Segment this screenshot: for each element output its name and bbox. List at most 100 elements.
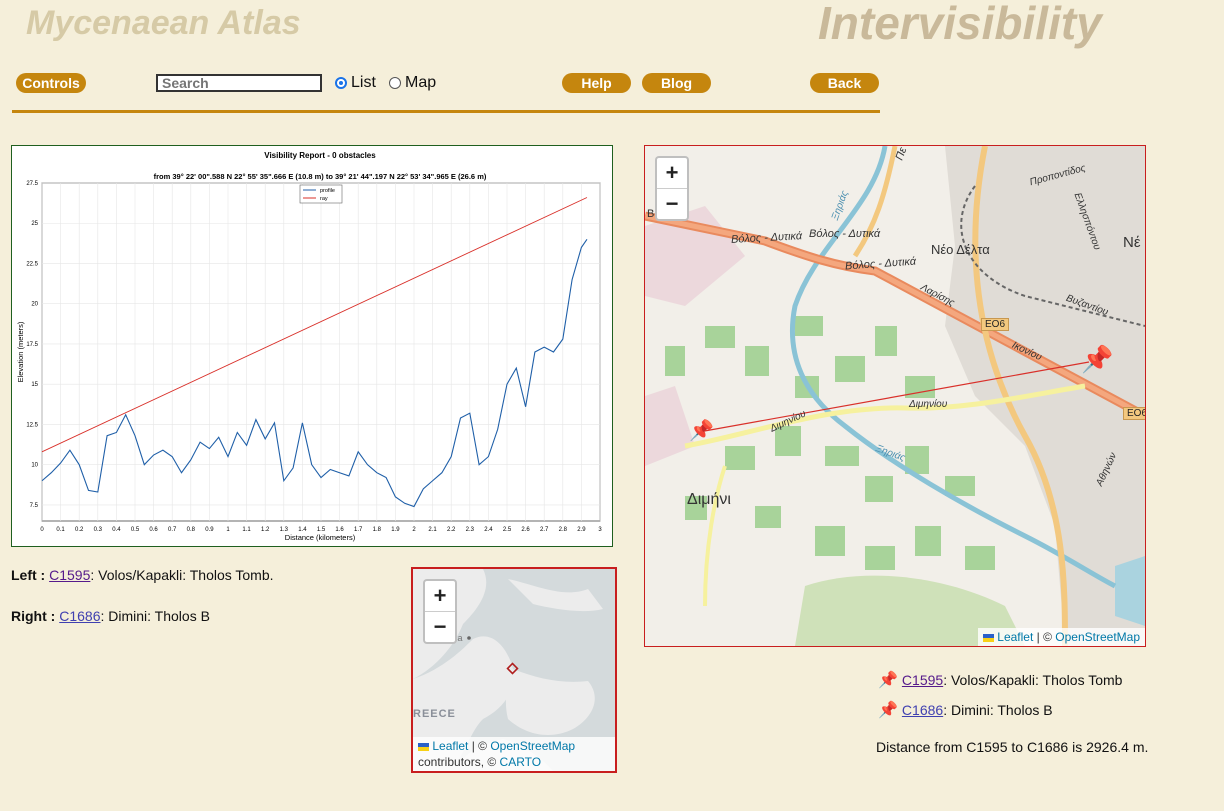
pushpin-green-icon[interactable]: 📌: [689, 418, 714, 443]
chart-title: Visibility Report - 0 obstacles: [264, 151, 376, 160]
legend-c1686-link[interactable]: C1686: [902, 702, 943, 718]
y-tick-label: 17.5: [26, 342, 38, 348]
map-label-ne: Νέ: [1123, 234, 1141, 251]
detail-zoom-out-button[interactable]: −: [657, 188, 687, 219]
header-divider: [12, 110, 880, 113]
y-tick-label: 27.5: [26, 181, 38, 187]
detail-zoom-in-button[interactable]: +: [657, 158, 687, 188]
y-tick-label: 12.5: [26, 422, 38, 428]
x-tick-label: 0.3: [94, 527, 103, 533]
y-tick-label: 22.5: [26, 261, 38, 267]
left-site-line: Left : C1595: Volos/Kapakli: Tholos Tomb…: [11, 567, 274, 583]
list-radio-label: List: [351, 74, 376, 91]
legend-row-c1595: 📌 C1595: Volos/Kapakli: Tholos Tomb: [878, 670, 1122, 690]
overview-leaflet-link[interactable]: Leaflet: [432, 739, 468, 753]
x-tick-label: 0.6: [149, 527, 158, 533]
pushpin-green-icon: 📌: [878, 702, 898, 719]
legend-label-profile: profile: [320, 188, 335, 194]
x-tick-label: 1.4: [298, 527, 307, 533]
x-tick-label: 1: [226, 527, 230, 533]
overview-zoom-out-button[interactable]: −: [425, 611, 455, 642]
x-tick-label: 1.9: [391, 527, 400, 533]
list-radio[interactable]: List: [335, 74, 376, 92]
detail-attrib-sep: | ©: [1033, 630, 1056, 644]
y-tick-label: 10: [31, 463, 38, 469]
detail-osm-link[interactable]: OpenStreetMap: [1055, 630, 1140, 644]
visibility-chart: Visibility Report - 0 obstacles from 39°…: [11, 145, 613, 547]
x-tick-label: 2: [412, 527, 416, 533]
map-label-eo6-b: ΕΟ6: [1123, 407, 1145, 420]
x-tick-label: 0.8: [187, 527, 196, 533]
x-tick-label: 0.1: [56, 527, 65, 533]
detail-attribution: Leaflet | © OpenStreetMap: [977, 628, 1145, 646]
x-tick-label: 1.3: [280, 527, 289, 533]
controls-button[interactable]: Controls: [16, 73, 86, 93]
x-tick-label: 0.2: [75, 527, 84, 533]
left-site-desc: : Volos/Kapakli: Tholos Tomb.: [90, 567, 274, 583]
x-tick-label: 2.8: [559, 527, 568, 533]
detail-leaflet-link[interactable]: Leaflet: [997, 630, 1033, 644]
pushpin-blue-icon: 📌: [878, 672, 898, 689]
left-site-label: Left :: [11, 567, 46, 583]
distance-text: Distance from C1595 to C1686 is 2926.4 m…: [876, 739, 1149, 755]
legend-c1686-desc: : Dimini: Tholos B: [943, 702, 1053, 718]
right-site-link[interactable]: C1686: [59, 608, 100, 624]
x-tick-label: 1.2: [261, 527, 270, 533]
x-tick-label: 2.4: [484, 527, 493, 533]
overview-attribution: Leaflet | © OpenStreetMap contributors, …: [413, 737, 615, 771]
overview-zoom-control: + −: [423, 579, 457, 644]
x-tick-label: 2.1: [428, 527, 437, 533]
ukraine-flag-icon: [982, 633, 994, 642]
right-site-line: Right : C1686: Dimini: Tholos B: [11, 608, 210, 624]
legend-row-c1686: 📌 C1686: Dimini: Tholos B: [878, 700, 1053, 720]
x-tick-label: 1.5: [317, 527, 326, 533]
detail-map[interactable]: Βόλος - Δυτικά Βόλος - Δυτικά Βόλος - Δυ…: [644, 145, 1146, 647]
x-tick-label: 2.7: [540, 527, 549, 533]
map-radio-label: Map: [405, 74, 437, 91]
x-tick-label: 0.5: [131, 527, 140, 533]
x-tick-label: 0.4: [112, 527, 121, 533]
right-site-desc: : Dimini: Tholos B: [100, 608, 210, 624]
x-tick-label: 0: [40, 527, 44, 533]
overview-attrib-contributors: contributors, ©: [418, 755, 500, 769]
search-input[interactable]: [156, 74, 322, 92]
blog-button[interactable]: Blog: [642, 73, 711, 93]
x-tick-label: 2.2: [447, 527, 456, 533]
overview-zoom-in-button[interactable]: +: [425, 581, 455, 611]
map-radio-dot[interactable]: [389, 77, 401, 89]
x-tick-label: 0.7: [168, 527, 177, 533]
overview-map[interactable]: sa REECE + − Leaflet | © OpenStreetMap c…: [411, 567, 617, 773]
detail-map-tiles: [645, 146, 1145, 646]
x-tick-label: 2.6: [521, 527, 530, 533]
map-label-dimini: Διμήνι: [687, 491, 731, 508]
list-radio-dot[interactable]: [335, 77, 347, 89]
y-tick-label: 7.5: [30, 503, 39, 509]
map-label-eo6-a: ΕΟ6: [981, 318, 1010, 331]
legend-c1595-desc: : Volos/Kapakli: Tholos Tomb: [943, 672, 1123, 688]
chart-subtitle: from 39° 22' 00".588 N 22° 55' 35".666 E…: [154, 172, 487, 181]
legend-label-ray: ray: [320, 196, 328, 202]
overview-carto-link[interactable]: CARTO: [500, 755, 542, 769]
back-button[interactable]: Back: [810, 73, 879, 93]
overview-osm-link[interactable]: OpenStreetMap: [490, 739, 575, 753]
chart-svg: Visibility Report - 0 obstacles from 39°…: [16, 151, 602, 542]
map-label-volos-road-2: Βόλος - Δυτικά: [809, 228, 881, 240]
legend-c1595-link[interactable]: C1595: [902, 672, 943, 688]
chart-ylabel: Elevation (meters): [16, 321, 25, 382]
x-tick-label: 1.8: [373, 527, 382, 533]
overview-map-country-label: REECE: [413, 708, 456, 720]
detail-zoom-control: + −: [655, 156, 689, 221]
chart-xlabel: Distance (kilometers): [285, 533, 356, 542]
x-tick-label: 1.1: [242, 527, 251, 533]
left-site-link[interactable]: C1595: [49, 567, 90, 583]
x-tick-label: 2.9: [577, 527, 586, 533]
x-tick-label: 1.7: [354, 527, 363, 533]
help-button[interactable]: Help: [562, 73, 631, 93]
site-title: Mycenaean Atlas: [26, 4, 301, 42]
y-tick-label: 15: [31, 382, 38, 388]
page-title: Intervisibility: [818, 0, 1102, 49]
map-radio[interactable]: Map: [389, 74, 436, 92]
pushpin-blue-icon[interactable]: 📌: [1081, 344, 1113, 375]
y-tick-label: 25: [31, 221, 38, 227]
overview-attrib-sep: | ©: [468, 739, 491, 753]
